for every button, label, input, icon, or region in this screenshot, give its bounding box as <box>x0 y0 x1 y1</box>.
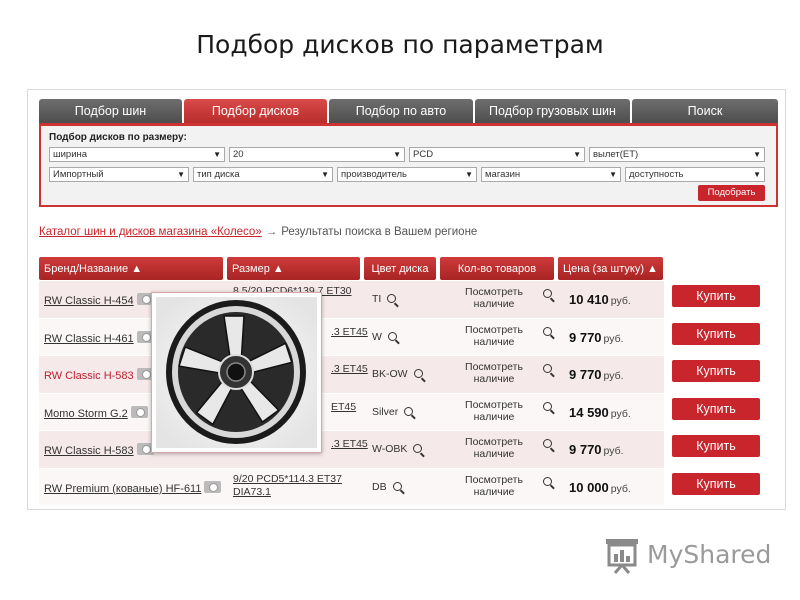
price: 9 770 руб. <box>569 367 624 382</box>
chevron-down-icon: ▼ <box>609 170 617 179</box>
results-table: RW Classic H-454 8.5/20 PCD6*139.7 ET30 … <box>39 281 778 506</box>
color-cell: Silver <box>372 406 414 418</box>
chevron-down-icon: ▼ <box>213 150 221 159</box>
buy-button[interactable]: Купить <box>672 322 760 345</box>
find-button[interactable]: Подобрать <box>698 185 765 201</box>
store-select[interactable]: магазин ▼ <box>481 167 621 182</box>
color-cell: DB <box>372 481 402 493</box>
magnifier-icon[interactable] <box>543 289 552 298</box>
magnifier-icon[interactable] <box>413 444 423 453</box>
header-price[interactable]: Цена (за штуку) ▲ <box>558 257 663 280</box>
color-cell: W <box>372 331 397 343</box>
filter-panel: Подбор дисков по размеру: ширина ▼ 20 ▼ PC… <box>39 123 778 207</box>
buy-button[interactable]: Купить <box>672 435 760 457</box>
header-brand[interactable]: Бренд/Название ▲ <box>39 257 223 280</box>
wheel-image <box>156 297 317 448</box>
header-qty: Кол-во товаров <box>440 257 554 280</box>
width-select[interactable]: ширина ▼ <box>49 147 225 162</box>
chevron-down-icon: ▼ <box>177 170 185 179</box>
price: 10 000 руб. <box>569 479 631 495</box>
price: 10 410 руб. <box>569 292 631 307</box>
tab-by-car[interactable]: Подбор по авто <box>329 99 473 123</box>
price: 9 770 руб. <box>569 329 624 345</box>
wheel-preview-popup <box>151 292 322 453</box>
product-link[interactable]: RW Premium (кованые) HF-611 <box>44 480 222 495</box>
tab-disks[interactable]: Подбор дисков <box>184 99 327 123</box>
header-size[interactable]: Размер ▲ <box>227 257 360 280</box>
tab-truck-tires[interactable]: Подбор грузовых шин <box>475 99 630 123</box>
availability-link[interactable]: Посмотреть наличие <box>449 399 539 423</box>
camera-icon[interactable] <box>204 480 222 493</box>
magnifier-icon[interactable] <box>404 406 414 416</box>
et-select[interactable]: вылет(ET) ▼ <box>589 147 765 162</box>
magnifier-icon[interactable] <box>543 326 552 336</box>
product-link[interactable]: RW Classic H-454 <box>44 293 154 307</box>
color-cell: TI <box>372 293 397 305</box>
buy-button[interactable]: Купить <box>672 397 760 420</box>
product-link[interactable]: RW Classic H-461 <box>44 330 154 345</box>
logo-text: MyShared <box>647 540 772 569</box>
table-row: RW Classic H-454 8.5/20 PCD6*139.7 ET30 … <box>39 281 778 319</box>
chevron-down-icon: ▼ <box>321 170 329 179</box>
availability-select[interactable]: доступность ▼ <box>625 167 765 182</box>
color-cell: BK-OW <box>372 368 423 380</box>
chevron-down-icon: ▼ <box>753 150 761 159</box>
buy-button[interactable]: Купить <box>672 285 760 307</box>
table-row: RW Premium (кованые) HF-611 9/20 PCD5*11… <box>39 468 778 506</box>
product-link[interactable]: RW Classic H-583 <box>44 443 154 457</box>
filter-label: Подбор дисков по размеру: <box>49 132 187 143</box>
disk-type-select[interactable]: тип диска ▼ <box>193 167 333 182</box>
chevron-down-icon: ▼ <box>393 150 401 159</box>
table-row: RW Classic H-583 .3 ET45 W-OBK Посмотрет… <box>39 431 778 469</box>
tab-search[interactable]: Поиск <box>632 99 778 123</box>
tab-bar: Подбор шин Подбор дисков Подбор по авто … <box>39 99 778 123</box>
color-cell: W-OBK <box>372 443 423 455</box>
myshared-logo: MyShared <box>603 536 772 576</box>
magnifier-icon[interactable] <box>392 481 402 491</box>
buy-button[interactable]: Купить <box>672 472 760 495</box>
pcd-select[interactable]: PCD ▼ <box>409 147 585 162</box>
table-row: RW Classic H-583 .3 ET45 BK-OW Посмотрет… <box>39 356 778 394</box>
magnifier-icon[interactable] <box>413 369 423 378</box>
price: 9 770 руб. <box>569 442 624 457</box>
camera-icon[interactable] <box>130 405 148 418</box>
chevron-down-icon: ▼ <box>753 170 761 179</box>
chevron-down-icon: ▼ <box>465 170 473 179</box>
magnifier-icon[interactable] <box>543 401 552 411</box>
wheel-search-widget: Подбор шин Подбор дисков Подбор по авто … <box>27 89 786 510</box>
tab-tires[interactable]: Подбор шин <box>39 99 182 123</box>
product-link[interactable]: RW Classic H-583 <box>44 368 154 382</box>
table-row: Momo Storm G.2 ET45 Silver Посмотреть на… <box>39 393 778 431</box>
breadcrumb-catalog-link[interactable]: Каталог шин и дисков магазина «Колесо» <box>39 226 262 238</box>
availability-link[interactable]: Посмотреть наличие <box>449 286 539 310</box>
price: 14 590 руб. <box>569 404 631 420</box>
manufacturer-select[interactable]: производитель ▼ <box>337 167 477 182</box>
availability-link[interactable]: Посмотреть наличие <box>449 324 539 348</box>
availability-link[interactable]: Посмотреть наличие <box>449 361 539 385</box>
buy-button[interactable]: Купить <box>672 360 760 382</box>
breadcrumb-arrow: → <box>265 226 278 238</box>
breadcrumb-current: Результаты поиска в Вашем регионе <box>281 226 478 238</box>
chevron-down-icon: ▼ <box>573 150 581 159</box>
table-row: RW Classic H-461 .3 ET45 W Посмотреть на… <box>39 318 778 356</box>
breadcrumb: Каталог шин и дисков магазина «Колесо» → Р… <box>39 226 477 238</box>
magnifier-icon[interactable] <box>387 331 397 341</box>
magnifier-icon[interactable] <box>387 294 397 303</box>
header-color: Цвет диска <box>364 257 436 280</box>
diameter-select[interactable]: 20 ▼ <box>229 147 405 162</box>
magnifier-icon[interactable] <box>543 364 552 373</box>
origin-select[interactable]: Импортный ▼ <box>49 167 189 182</box>
slide-title: Подбор дисков по параметрам <box>196 30 604 59</box>
availability-link[interactable]: Посмотреть наличие <box>449 436 539 460</box>
magnifier-icon[interactable] <box>543 476 552 486</box>
presentation-icon <box>606 539 638 574</box>
product-link[interactable]: Momo Storm G.2 <box>44 405 148 420</box>
availability-link[interactable]: Посмотреть наличие <box>449 474 539 498</box>
magnifier-icon[interactable] <box>543 439 552 448</box>
size-link[interactable]: 9/20 PCD5*114.3 ET37 DIA73.1 <box>233 473 363 499</box>
